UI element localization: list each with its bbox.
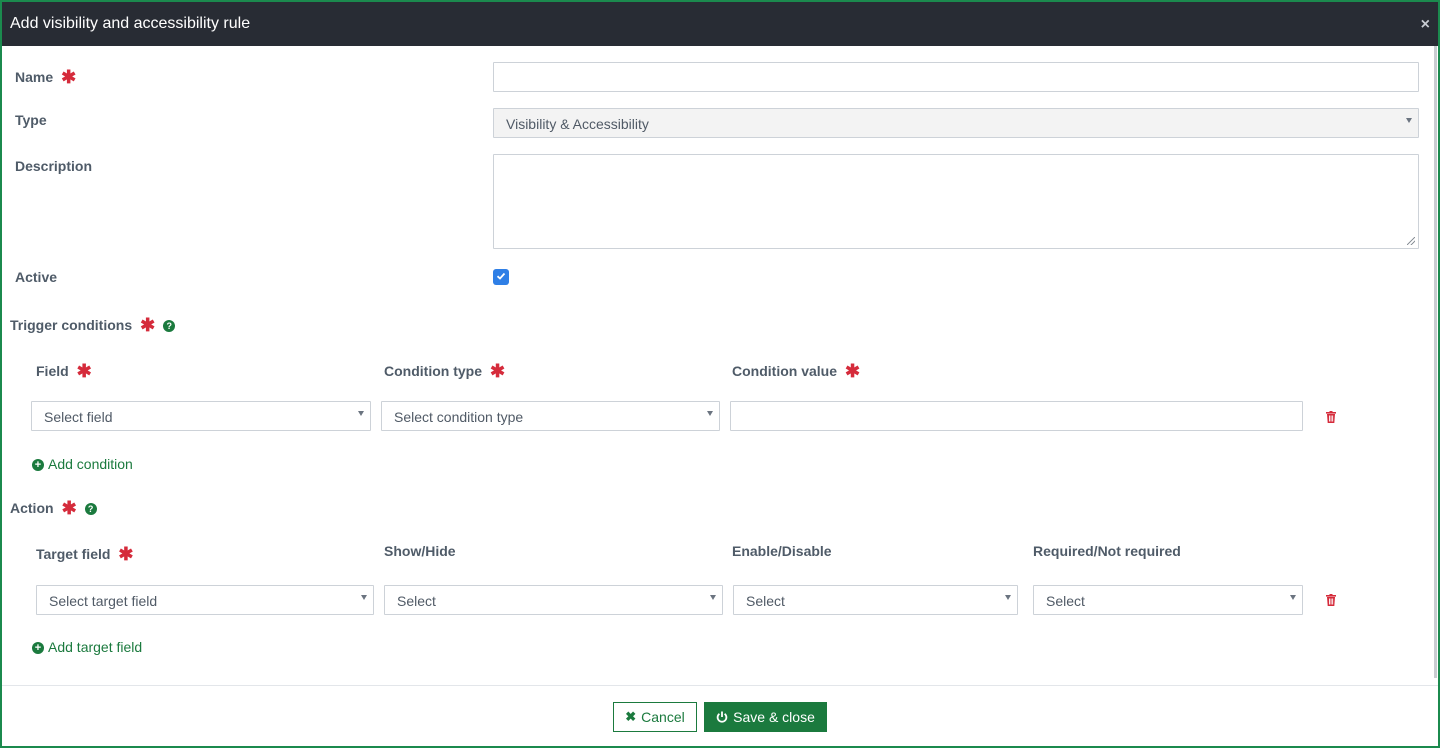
required-column-header: Required/Not required [1033, 543, 1181, 559]
add-condition-text: Add condition [48, 456, 133, 472]
target-field-column-text: Target field [36, 546, 111, 562]
chevron-down-icon [1290, 595, 1296, 600]
required-marker: ✱ [140, 315, 156, 335]
question-circle-icon[interactable]: ? [84, 503, 97, 515]
trash-icon[interactable] [1326, 594, 1336, 606]
name-input[interactable] [493, 62, 1419, 92]
chevron-down-icon [1406, 118, 1412, 123]
description-textarea[interactable] [493, 154, 1419, 249]
cancel-button-label: Cancel [641, 709, 685, 725]
power-icon [716, 711, 728, 723]
active-checkbox[interactable] [493, 269, 509, 285]
active-label: Active [15, 269, 57, 285]
add-target-field-text: Add target field [48, 639, 143, 655]
target-field-select[interactable]: Select target field [36, 585, 374, 615]
condition-type-column-text: Condition type [384, 363, 482, 379]
type-select-value: Visibility & Accessibility [506, 116, 649, 132]
condition-type-column-header: Condition type ✱ [384, 360, 505, 381]
required-column-text: Required/Not required [1033, 543, 1181, 559]
field-column-header: Field ✱ [36, 360, 92, 381]
condition-value-column-text: Condition value [732, 363, 837, 379]
required-marker: ✱ [76, 361, 92, 381]
enable-disable-select-value: Select [746, 593, 785, 609]
check-icon [496, 272, 506, 280]
required-select-value: Select [1046, 593, 1085, 609]
cancel-button[interactable]: ✖ Cancel [613, 702, 697, 732]
required-marker: ✱ [845, 361, 861, 381]
type-label-text: Type [15, 112, 47, 128]
enable-disable-column-text: Enable/Disable [732, 543, 832, 559]
name-label-text: Name [15, 69, 54, 85]
trigger-conditions-text: Trigger conditions [10, 317, 133, 333]
resize-grip-icon[interactable] [1407, 237, 1415, 245]
required-marker: ✱ [118, 544, 134, 564]
field-column-text: Field [36, 363, 69, 379]
required-select[interactable]: Select [1033, 585, 1303, 615]
field-select-value: Select field [44, 409, 113, 425]
plus-circle-icon: + [32, 642, 44, 654]
enable-disable-column-header: Enable/Disable [732, 543, 832, 559]
condition-type-select[interactable]: Select condition type [381, 401, 720, 431]
type-select[interactable]: Visibility & Accessibility [493, 108, 1419, 138]
footer-divider [2, 685, 1438, 686]
active-label-text: Active [15, 269, 58, 285]
dialog-title: Add visibility and accessibility rule [10, 15, 251, 32]
description-label: Description [15, 158, 92, 174]
question-circle-icon[interactable]: ? [163, 320, 176, 332]
trash-icon[interactable] [1326, 411, 1336, 423]
show-hide-select[interactable]: Select [384, 585, 723, 615]
condition-type-select-value: Select condition type [394, 409, 524, 425]
required-marker: ✱ [61, 498, 77, 518]
chevron-down-icon [361, 595, 367, 600]
show-hide-column-text: Show/Hide [384, 543, 456, 559]
enable-disable-select[interactable]: Select [733, 585, 1018, 615]
chevron-down-icon [710, 595, 716, 600]
required-marker: ✱ [61, 67, 77, 87]
condition-value-input[interactable] [730, 401, 1303, 431]
chevron-down-icon [1005, 595, 1011, 600]
condition-value-column-header: Condition value ✱ [732, 360, 860, 381]
add-target-field-link[interactable]: + Add target field [32, 639, 142, 655]
scrollbar[interactable] [1434, 46, 1437, 678]
required-marker: ✱ [490, 361, 506, 381]
trigger-conditions-label: Trigger conditions ✱? [10, 314, 176, 335]
show-hide-select-value: Select [397, 593, 436, 609]
show-hide-column-header: Show/Hide [384, 543, 456, 559]
field-select[interactable]: Select field [31, 401, 371, 431]
rule-dialog: Add visibility and accessibility rule × … [0, 0, 1440, 748]
close-icon[interactable]: × [1421, 17, 1430, 33]
type-label: Type [15, 112, 47, 128]
chevron-down-icon [707, 411, 713, 416]
plus-circle-icon: + [32, 459, 44, 471]
action-label: Action ✱? [10, 497, 97, 518]
target-field-column-header: Target field ✱ [36, 543, 134, 564]
action-label-text: Action [10, 500, 54, 516]
target-field-select-value: Select target field [49, 593, 158, 609]
name-label: Name ✱ [15, 66, 76, 87]
chevron-down-icon [358, 411, 364, 416]
add-condition-link[interactable]: + Add condition [32, 456, 133, 472]
x-icon: ✖ [625, 709, 637, 724]
description-label-text: Description [15, 158, 93, 174]
dialog-header: Add visibility and accessibility rule × [2, 2, 1438, 46]
save-close-button-label: Save & close [733, 709, 815, 725]
save-close-button[interactable]: Save & close [704, 702, 827, 732]
